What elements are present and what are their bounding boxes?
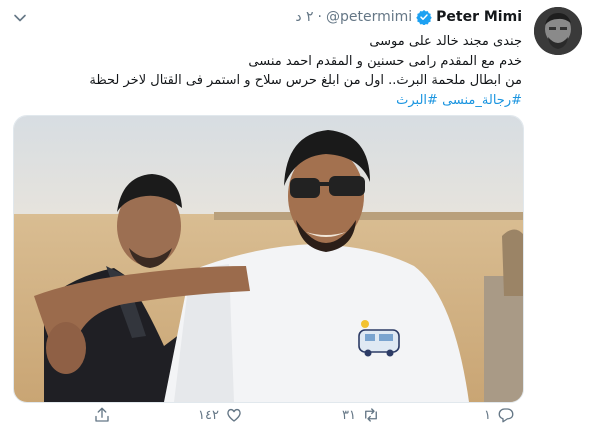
like-button[interactable]: ١٤٢ [198,406,243,424]
author-name[interactable]: Peter Mimi [436,9,522,25]
hashtag-link[interactable]: #رجالة_منسى [442,93,522,108]
tweet-text-line: من ابطال ملحمة البرث.. اول من ابلغ حرس س… [89,73,522,88]
verified-badge-icon [416,10,432,25]
share-icon [95,407,109,422]
tweet-text-line: جندى مجند خالد على موسى [369,34,522,49]
tweet-time[interactable]: ٢ د [295,9,313,25]
author-avatar[interactable] [534,7,582,55]
separator-dot: · [317,9,322,25]
tweet-card[interactable]: ٢ د · @petermimi Peter Mimi جندى مجند خا… [0,0,598,434]
retweet-button[interactable]: ٣١ [342,406,380,424]
hashtag-row: #رجالة_منسى #البرث [12,91,522,111]
share-button[interactable] [93,406,111,424]
reply-icon [498,408,514,423]
tweet-text: جندى مجند خالد على موسى خدم مع المقدم را… [12,32,522,110]
reply-button[interactable]: ١ [484,406,515,424]
tweet-header: ٢ د · @petermimi Peter Mimi [295,9,522,25]
reply-count: ١ [484,407,491,423]
tweet-text-line: خدم مع المقدم رامى حسنين و المقدم احمد م… [248,53,522,69]
like-count: ١٤٢ [198,407,219,423]
like-icon [227,408,241,422]
hashtag-link[interactable]: #البرث [396,93,438,108]
retweet-icon [365,408,377,422]
retweet-count: ٣١ [342,407,356,423]
action-bar: ١٤٢ ٣١ ١ [0,406,598,430]
chevron-down-icon[interactable] [12,10,28,26]
tweet-photo[interactable] [13,115,524,403]
author-handle[interactable]: @petermimi [326,9,412,25]
